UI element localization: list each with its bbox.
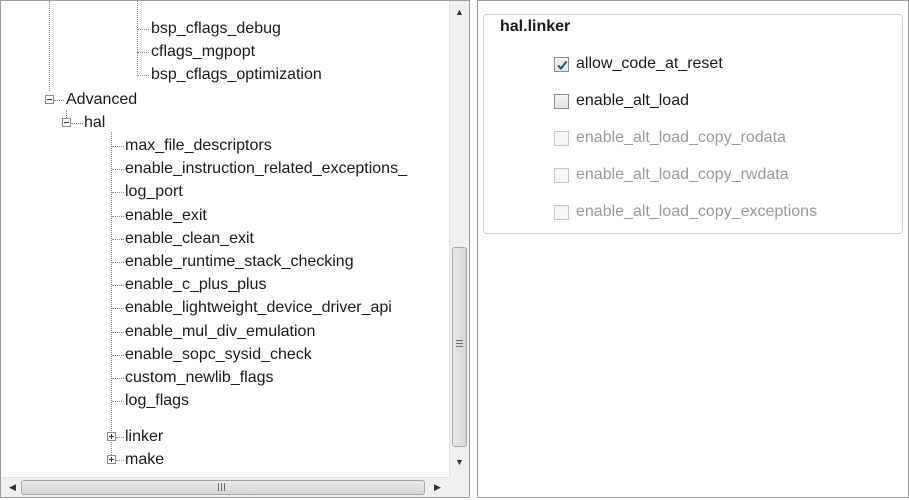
tree-guide-line [112, 146, 124, 147]
tree-guide-line [112, 262, 124, 263]
option-label: enable_alt_load_copy_exceptions [576, 203, 818, 220]
tree-item[interactable]: custom_newlib_flags [125, 367, 274, 389]
vertical-scroll-thumb[interactable] [452, 247, 467, 447]
grip-icon [456, 340, 463, 349]
option-enable-alt-load-copy-rwdata[interactable]: enable_alt_load_copy_rwdata [554, 164, 789, 186]
option-enable-alt-load[interactable]: enable_alt_load [554, 90, 689, 112]
tree-item[interactable]: bsp_cflags_optimization [151, 64, 322, 86]
expand-icon[interactable] [107, 455, 116, 464]
tree-guide-line [137, 52, 149, 53]
horizontal-scroll-thumb[interactable] [21, 480, 425, 495]
scrollbar-corner [449, 477, 469, 497]
option-label: enable_alt_load [576, 92, 689, 109]
scroll-right-icon[interactable]: ▶ [428, 478, 447, 496]
settings-tree: bsp_cflags_debug cflags_mgpopt bsp_cflag… [1, 1, 449, 477]
option-enable-alt-load-copy-rodata[interactable]: enable_alt_load_copy_rodata [554, 127, 786, 149]
tree-guide-line [112, 215, 124, 217]
tree-item-hal[interactable]: hal [84, 112, 105, 134]
settings-tree-panel: bsp_cflags_debug cflags_mgpopt bsp_cflag… [0, 0, 470, 498]
checkbox-checked[interactable] [554, 56, 569, 72]
tree-guide-line [112, 285, 124, 287]
tree-guide-line [112, 308, 124, 310]
tree-guide-line [112, 238, 124, 240]
group-title: hal.linker [496, 17, 575, 37]
tree-item[interactable]: log_port [125, 181, 183, 203]
hal-linker-group: hal.linker allow_code_at_reset enable_alt… [483, 14, 903, 234]
tree-item-linker[interactable]: linker [125, 426, 163, 448]
checkbox [554, 130, 569, 146]
tree-guide-line [112, 354, 124, 356]
tree-guide-line [111, 132, 112, 457]
tree-guide-line [116, 460, 124, 461]
tree-guide-line [137, 1, 138, 76]
tree-item[interactable]: enable_exit [125, 205, 207, 227]
checkbox [554, 204, 569, 220]
scroll-up-icon[interactable]: ▲ [450, 3, 469, 21]
properties-panel: hal.linker allow_code_at_reset enable_alt… [477, 0, 909, 498]
tree-item[interactable]: bsp_cflags_debug [151, 18, 281, 40]
tree-guide-line [54, 100, 64, 101]
expand-icon[interactable] [107, 432, 116, 441]
tree-guide-line [116, 437, 124, 438]
tree-item[interactable]: enable_lightweight_device_driver_api [125, 297, 392, 319]
tree-guide-line [49, 1, 50, 91]
tree-guide-line [112, 401, 124, 403]
checkbox [554, 167, 569, 183]
tree-item-advanced[interactable]: Advanced [66, 89, 137, 111]
vertical-scrollbar[interactable]: ▲ ▼ [449, 1, 469, 477]
tree-item[interactable]: enable_clean_exit [125, 228, 254, 250]
collapse-icon[interactable] [62, 118, 71, 127]
tree-guide-line [112, 169, 124, 171]
option-enable-alt-load-copy-exceptions[interactable]: enable_alt_load_copy_exceptions [554, 201, 817, 223]
option-label: enable_alt_load_copy_rwdata [576, 166, 789, 183]
tree-item[interactable]: max_file_descriptors [125, 135, 272, 157]
tree-item[interactable]: enable_c_plus_plus [125, 274, 266, 296]
tree-item[interactable]: enable_instruction_related_exceptions_ [125, 158, 407, 180]
tree-guide-line [112, 331, 124, 333]
horizontal-scrollbar[interactable]: ◀ ▶ [1, 477, 449, 497]
option-allow-code-at-reset[interactable]: allow_code_at_reset [554, 53, 723, 75]
tree-guide-line [112, 192, 124, 194]
checkmark-icon [557, 60, 568, 70]
grip-icon [218, 483, 230, 492]
option-label: allow_code_at_reset [576, 55, 723, 72]
collapse-icon[interactable] [45, 95, 54, 104]
tree-item-make[interactable]: make [125, 449, 164, 471]
scroll-down-icon[interactable]: ▼ [450, 453, 469, 471]
tree-item[interactable]: enable_mul_div_emulation [125, 321, 315, 343]
tree-guide-line [71, 123, 83, 124]
tree-guide-line [112, 378, 124, 379]
tree-guide-line [137, 75, 149, 76]
option-label: enable_alt_load_copy_rodata [576, 129, 786, 146]
tree-item[interactable]: enable_runtime_stack_checking [125, 251, 354, 273]
scroll-left-icon[interactable]: ◀ [3, 478, 22, 496]
checkbox[interactable] [554, 93, 569, 109]
tree-guide-line [137, 29, 149, 30]
tree-item[interactable]: cflags_mgpopt [151, 41, 255, 63]
tree-item[interactable]: log_flags [125, 390, 189, 412]
tree-item[interactable]: enable_sopc_sysid_check [125, 344, 312, 366]
